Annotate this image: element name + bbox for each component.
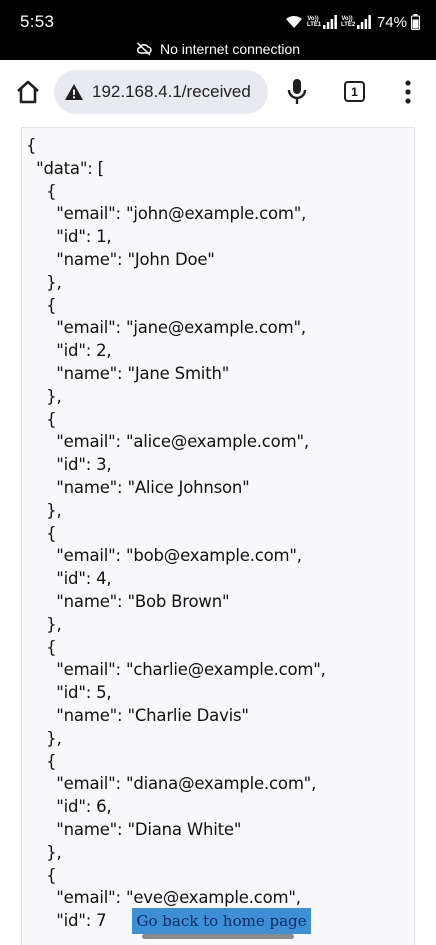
json-text: { "data": [ { "email": "john@example.com…: [26, 135, 326, 933]
json-line: "email": "john@example.com",: [26, 204, 307, 224]
json-line: {: [26, 751, 57, 771]
home-icon[interactable]: [14, 78, 42, 106]
json-line: "name": "Bob Brown": [26, 591, 230, 611]
json-line: "email": "jane@example.com",: [26, 318, 306, 338]
sim1-label: Vo)) LTE1: [306, 16, 322, 28]
json-line: "id": 6,: [26, 797, 112, 817]
json-line: "email": "bob@example.com",: [26, 546, 302, 566]
gesture-bar[interactable]: [142, 934, 294, 939]
status-time: 5:53: [20, 12, 55, 31]
json-line: "name": "Alice Johnson": [26, 477, 250, 497]
json-line: },: [26, 614, 62, 634]
offline-notice: No internet connection: [0, 39, 436, 59]
json-line: },: [26, 842, 62, 862]
signal-icon-2: [356, 15, 371, 29]
json-line: {: [26, 295, 57, 315]
json-line: "name": "Diana White": [26, 819, 242, 839]
warning-icon[interactable]: [64, 83, 84, 101]
json-line: "id": 1,: [26, 227, 112, 247]
status-icons: Vo)) LTE1 Vo)) LTE2 74%: [285, 12, 420, 32]
status-bar: 5:53 Vo)) LTE1 Vo)) LTE2 74% No internet…: [0, 0, 436, 60]
json-line: "id": 4,: [26, 569, 112, 589]
sim2-label: Vo)) LTE2: [340, 16, 356, 28]
json-line: },: [26, 272, 62, 292]
json-line: {: [26, 136, 37, 155]
json-line: "id": 5,: [26, 683, 112, 703]
wifi-icon: [285, 15, 302, 28]
battery-percent: 74%: [376, 13, 407, 31]
page-content: { "data": [ { "email": "john@example.com…: [0, 124, 436, 945]
json-line: {: [26, 523, 57, 543]
json-line: "email": "charlie@example.com",: [26, 660, 326, 680]
json-line: "name": "Charlie Davis": [26, 705, 249, 725]
back-home-button[interactable]: Go back to home page: [132, 908, 311, 934]
battery-icon: [411, 14, 420, 30]
offline-text: No internet connection: [159, 41, 301, 57]
cloud-off-icon: [136, 42, 152, 56]
json-line: {: [26, 409, 57, 429]
json-line: "id": 2,: [26, 341, 112, 361]
json-line: {: [26, 865, 57, 885]
json-line: "name": "Jane Smith": [26, 363, 230, 383]
json-line: "id": 3,: [26, 455, 112, 475]
json-line: {: [26, 637, 57, 657]
json-line: "data": [: [26, 158, 104, 178]
json-response: { "data": [ { "email": "john@example.com…: [21, 127, 415, 945]
signal-icon-1: [322, 15, 337, 29]
json-line: },: [26, 386, 62, 406]
json-line: "name": "John Doe": [26, 249, 215, 269]
browser-toolbar: 192.168.4.1/received 1: [0, 60, 436, 124]
json-line: },: [26, 500, 62, 520]
json-line: "email": "alice@example.com",: [26, 432, 309, 452]
tabs-button[interactable]: 1: [344, 81, 365, 102]
more-vert-icon[interactable]: [400, 79, 416, 105]
url-text[interactable]: 192.168.4.1/received: [92, 82, 251, 102]
address-bar[interactable]: 192.168.4.1/received: [54, 70, 268, 114]
json-line: "email": "diana@example.com",: [26, 774, 317, 794]
json-line: },: [26, 728, 62, 748]
mic-icon[interactable]: [286, 77, 308, 107]
tab-count: 1: [351, 84, 358, 99]
json-line: "email": "eve@example.com",: [26, 888, 301, 908]
json-line: {: [26, 181, 57, 201]
